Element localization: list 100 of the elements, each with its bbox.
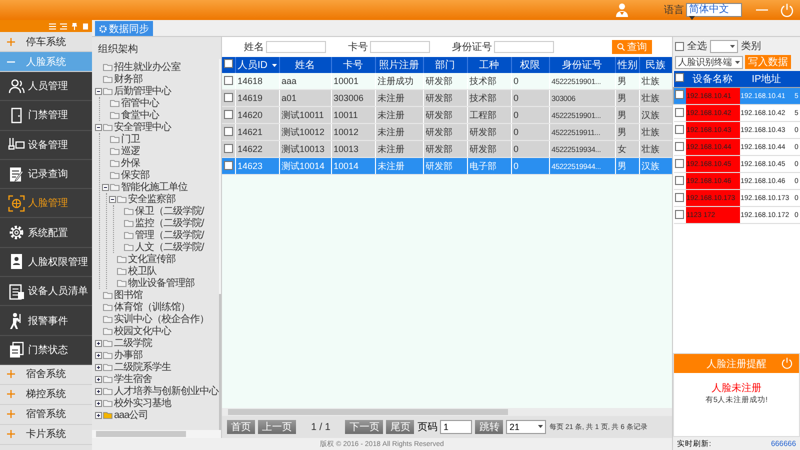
tree-item[interactable]: 财务部 bbox=[114, 72, 142, 86]
column-header[interactable]: 性别 bbox=[615, 57, 639, 73]
collapse-icon[interactable] bbox=[108, 196, 116, 202]
last-page-button[interactable]: 尾页 bbox=[386, 420, 414, 434]
tree-item[interactable]: 保卫（二级学院/ bbox=[135, 204, 204, 218]
tree-item[interactable]: 后勤管理中心 bbox=[114, 84, 171, 98]
column-header[interactable]: 姓名 bbox=[279, 57, 331, 73]
pin-icon[interactable] bbox=[71, 22, 78, 30]
collapse-icon[interactable] bbox=[94, 88, 102, 94]
tree-item[interactable]: 宿管中心 bbox=[121, 96, 159, 110]
checkbox[interactable] bbox=[675, 42, 684, 50]
checkbox[interactable] bbox=[224, 126, 233, 136]
input-field[interactable] bbox=[494, 41, 554, 53]
tree-item[interactable]: 二级学院 bbox=[114, 336, 152, 350]
sidebar-item[interactable]: 门禁管理 bbox=[0, 101, 92, 131]
tree-item[interactable]: 文化宣传部 bbox=[128, 252, 176, 266]
tree-item[interactable]: 智能化施工单位 bbox=[121, 180, 188, 194]
indent-icon[interactable] bbox=[60, 22, 67, 30]
tree-item[interactable]: 人文（二级学院/ bbox=[135, 240, 204, 254]
column-header[interactable]: 人员ID bbox=[235, 57, 279, 73]
category-select[interactable]: 人脸识别终端 bbox=[675, 56, 743, 68]
sidebar-item[interactable]: 人脸权限管理 bbox=[0, 248, 92, 278]
checkbox[interactable] bbox=[675, 192, 684, 202]
sidebar-item[interactable]: 报警事件 bbox=[0, 306, 92, 336]
collapse-icon[interactable] bbox=[102, 184, 108, 190]
tree-item[interactable]: 人才培养与创新创业中心 bbox=[114, 384, 218, 398]
sidebar-item[interactable]: 人员管理 bbox=[0, 72, 92, 102]
tree-item[interactable]: 食堂中心 bbox=[121, 108, 159, 122]
checkbox[interactable] bbox=[675, 142, 684, 150]
tree-item[interactable]: 校卫队 bbox=[128, 264, 156, 278]
sidebar-item[interactable]: 人脸管理 bbox=[0, 189, 92, 218]
checkbox[interactable] bbox=[675, 176, 684, 184]
power-icon[interactable] bbox=[780, 3, 794, 17]
tree-item[interactable]: 外保 bbox=[121, 156, 140, 170]
checkbox[interactable] bbox=[224, 110, 233, 118]
input-field[interactable] bbox=[266, 41, 326, 53]
checkbox[interactable] bbox=[224, 76, 233, 84]
sidebar-item[interactable]: 门禁状态 bbox=[0, 336, 92, 365]
user-icon[interactable] bbox=[614, 2, 630, 18]
tree-item[interactable]: 体育馆（训练馆） bbox=[114, 300, 190, 314]
expand-icon[interactable] bbox=[94, 364, 102, 370]
checkbox[interactable] bbox=[675, 90, 684, 98]
expand-icon[interactable] bbox=[94, 388, 102, 394]
tree-item[interactable]: 二级院系学生 bbox=[114, 360, 171, 374]
checkbox[interactable] bbox=[675, 108, 684, 116]
power-icon[interactable] bbox=[781, 357, 793, 369]
sidebar-item[interactable]: 系统配置 bbox=[0, 218, 92, 248]
tree-item[interactable]: 学生宿舍 bbox=[114, 372, 152, 386]
tree-item[interactable]: 办事部 bbox=[114, 348, 142, 362]
tree-item[interactable]: 巡逻 bbox=[121, 144, 140, 158]
expand-icon[interactable] bbox=[94, 352, 102, 358]
checkbox[interactable] bbox=[224, 144, 233, 152]
checkbox[interactable] bbox=[675, 73, 684, 82]
column-header[interactable]: IP地址 bbox=[740, 71, 794, 88]
collapse-icon[interactable] bbox=[94, 124, 102, 130]
expand-icon[interactable] bbox=[94, 376, 102, 382]
checkbox[interactable] bbox=[675, 158, 684, 168]
input-field[interactable] bbox=[370, 41, 430, 53]
tree-item[interactable]: 物业设备管理部 bbox=[128, 276, 194, 290]
page-size-select[interactable]: 21 bbox=[506, 420, 546, 434]
tree-item[interactable]: 图书馆 bbox=[114, 288, 142, 302]
next-page-button[interactable]: 下一页 bbox=[345, 420, 384, 434]
tree-item[interactable]: aaa公司 bbox=[114, 408, 148, 422]
prev-page-button[interactable]: 上一页 bbox=[258, 420, 296, 434]
column-header[interactable]: 部门 bbox=[423, 57, 467, 73]
tree-item[interactable]: 校外实习基地 bbox=[114, 396, 171, 410]
column-header[interactable]: 民族 bbox=[639, 57, 672, 73]
expand-icon[interactable] bbox=[94, 400, 102, 406]
page-input[interactable]: 1 bbox=[440, 420, 472, 434]
column-header[interactable]: 设备名称 bbox=[686, 71, 740, 88]
checkbox[interactable] bbox=[224, 160, 233, 170]
tree-item[interactable]: 校园文化中心 bbox=[114, 324, 171, 338]
checkbox[interactable] bbox=[224, 92, 233, 102]
sidebar-item[interactable]: 记录查询 bbox=[0, 160, 92, 190]
dropdown[interactable] bbox=[710, 40, 738, 52]
tree-item[interactable]: 安全管理中心 bbox=[114, 120, 171, 134]
tree-item[interactable]: 管理（二级学院/ bbox=[135, 228, 204, 242]
tree-item[interactable]: 安全监察部 bbox=[128, 192, 176, 206]
scrollbar[interactable] bbox=[222, 408, 672, 416]
checkbox[interactable] bbox=[675, 210, 684, 218]
square-icon[interactable] bbox=[82, 22, 89, 30]
language-select[interactable]: 简体中文 bbox=[686, 3, 742, 17]
column-header[interactable]: 工种 bbox=[467, 57, 511, 73]
first-page-button[interactable]: 首页 bbox=[227, 420, 255, 434]
sidebar-item[interactable]: 设备人员清单 bbox=[0, 277, 92, 306]
scrollbar[interactable] bbox=[218, 59, 221, 430]
checkbox[interactable] bbox=[224, 59, 233, 68]
tree-item[interactable]: 招生就业办公室 bbox=[114, 60, 180, 74]
jump-button[interactable]: 跳转 bbox=[475, 420, 504, 434]
scrollbar[interactable] bbox=[92, 430, 221, 438]
tree-item[interactable]: 实训中心（校企合作） bbox=[114, 312, 209, 326]
column-header[interactable]: 身份证号 bbox=[549, 57, 615, 73]
tree-item[interactable]: 监控（二级学院/ bbox=[135, 216, 204, 230]
sidebar-item[interactable]: 设备管理 bbox=[0, 130, 92, 160]
expand-icon[interactable] bbox=[94, 340, 102, 346]
list-icon[interactable] bbox=[49, 22, 56, 30]
column-header[interactable]: 权限 bbox=[511, 57, 549, 73]
column-header[interactable]: 卡号 bbox=[331, 57, 375, 73]
tree-item[interactable]: 门卫 bbox=[121, 132, 140, 146]
column-header[interactable]: 照片注册 bbox=[375, 57, 423, 73]
